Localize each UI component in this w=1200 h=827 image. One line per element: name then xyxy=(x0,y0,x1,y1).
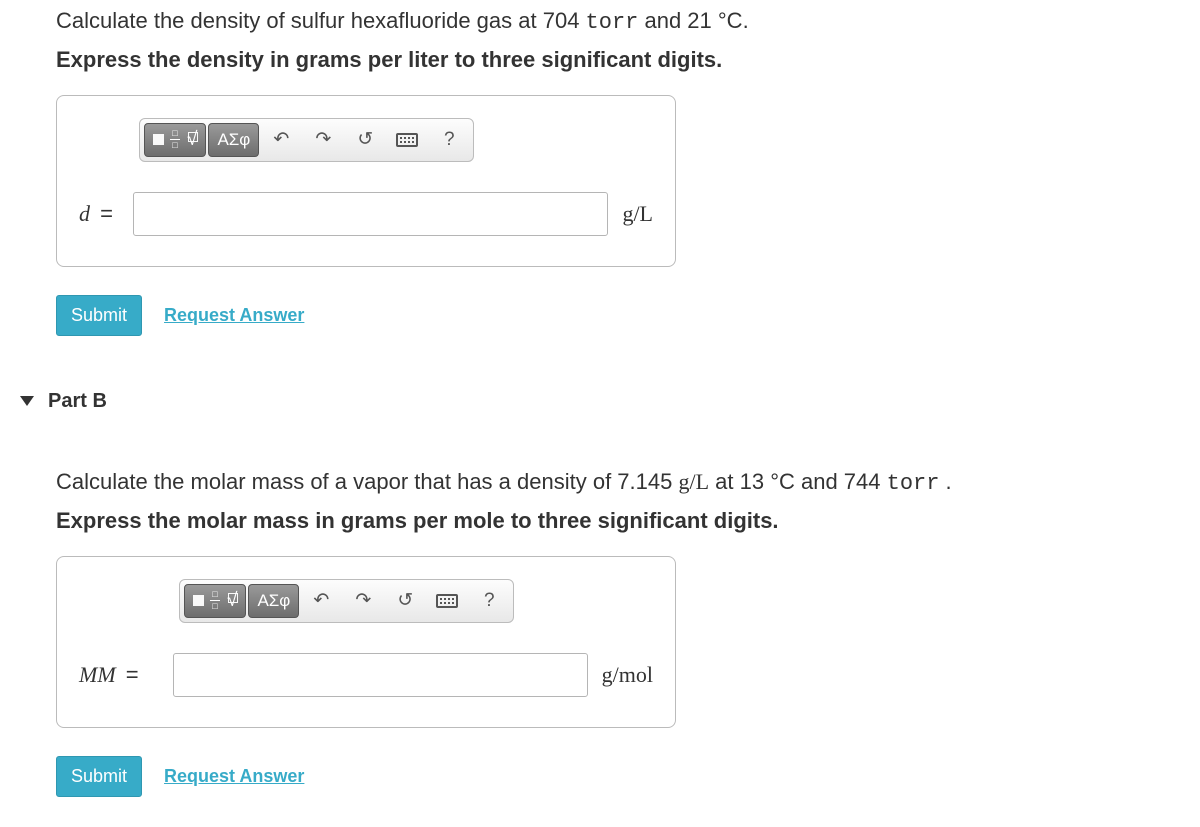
greek-button[interactable]: ΑΣφ xyxy=(248,584,299,618)
partB-question: Calculate the molar mass of a vapor that… xyxy=(56,467,1180,500)
partB-title: Part B xyxy=(48,390,107,413)
partB-unit: g/mol xyxy=(602,662,653,688)
partB-header[interactable]: Part B xyxy=(20,390,1180,413)
partB-answer-box: □□ √ ΑΣφ ↶ ↷ ↺ ? MM = xyxy=(56,556,676,728)
reset-button[interactable]: ↺ xyxy=(385,584,425,618)
reset-icon: ↺ xyxy=(357,128,373,151)
equation-toolbar: □□ √ ΑΣφ ↶ ↷ ↺ ? xyxy=(179,579,514,623)
partA-request-answer-link[interactable]: Request Answer xyxy=(164,305,304,326)
greek-button[interactable]: ΑΣφ xyxy=(208,123,259,157)
keyboard-button[interactable] xyxy=(427,584,467,618)
help-icon: ? xyxy=(444,129,455,151)
templates-icon: □□ √ xyxy=(193,590,237,612)
undo-icon: ↶ xyxy=(273,128,289,151)
partB-answer-input[interactable] xyxy=(173,653,588,697)
help-button[interactable]: ? xyxy=(469,584,509,618)
partA-answer-input[interactable] xyxy=(133,192,608,236)
redo-icon: ↷ xyxy=(355,589,371,612)
help-icon: ? xyxy=(484,590,495,612)
equation-toolbar: □□ √ ΑΣφ ↶ ↷ ↺ ? xyxy=(139,118,474,162)
undo-button[interactable]: ↶ xyxy=(261,123,301,157)
reset-button[interactable]: ↺ xyxy=(345,123,385,157)
templates-icon: □□ √ xyxy=(153,129,197,151)
undo-icon: ↶ xyxy=(313,589,329,612)
keyboard-icon xyxy=(396,133,418,147)
partB-lhs: MM = xyxy=(79,662,159,688)
partA-lhs: d = xyxy=(79,201,119,227)
templates-button[interactable]: □□ √ xyxy=(144,123,206,157)
partB-request-answer-link[interactable]: Request Answer xyxy=(164,766,304,787)
partB-instruction: Express the molar mass in grams per mole… xyxy=(56,508,1180,534)
partA-submit-button[interactable]: Submit xyxy=(56,295,142,336)
redo-button[interactable]: ↷ xyxy=(303,123,343,157)
redo-button[interactable]: ↷ xyxy=(343,584,383,618)
redo-icon: ↷ xyxy=(315,128,331,151)
partB-submit-button[interactable]: Submit xyxy=(56,756,142,797)
templates-button[interactable]: □□ √ xyxy=(184,584,246,618)
partA-instruction: Express the density in grams per liter t… xyxy=(56,47,1180,73)
partA-question: Calculate the density of sulfur hexafluo… xyxy=(56,6,1180,39)
caret-down-icon xyxy=(20,396,34,406)
reset-icon: ↺ xyxy=(397,589,413,612)
keyboard-button[interactable] xyxy=(387,123,427,157)
undo-button[interactable]: ↶ xyxy=(301,584,341,618)
partA-answer-box: □□ √ ΑΣφ ↶ ↷ ↺ ? d = xyxy=(56,95,676,267)
partA-unit: g/L xyxy=(622,201,653,227)
keyboard-icon xyxy=(436,594,458,608)
help-button[interactable]: ? xyxy=(429,123,469,157)
